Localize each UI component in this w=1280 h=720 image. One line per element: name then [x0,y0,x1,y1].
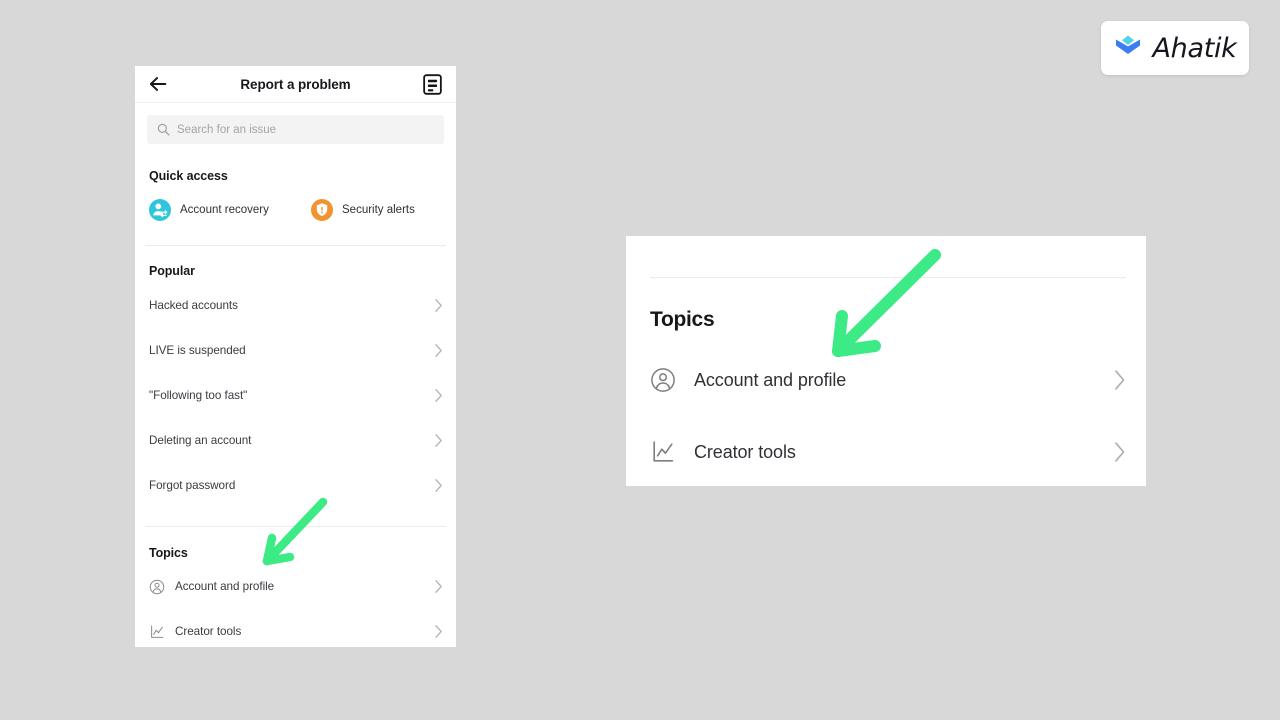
back-arrow-icon[interactable] [147,73,169,95]
list-item-forgot-password[interactable]: Forgot password [135,463,456,508]
search-field-wrapper[interactable] [147,115,444,144]
quick-access-label: Account recovery [180,204,269,216]
page-title: Report a problem [240,76,351,92]
popular-heading: Popular [149,264,195,278]
list-item-account-and-profile[interactable]: Account and profile [135,564,456,609]
search-icon [157,123,170,136]
account-circle-icon [149,579,165,594]
ahatik-wordmark: Ahatik [1152,32,1237,64]
topics-callout-panel: Topics Account and profile Creator tools [626,236,1146,486]
chevron-right-icon [435,344,442,357]
search-input[interactable] [177,123,434,136]
list-item-label: Hacked accounts [149,299,238,312]
chevron-right-icon [435,479,442,492]
list-item-label: LIVE is suspended [149,344,246,357]
quick-access-row: Account recovery Security alerts [135,199,456,221]
ahatik-watermark-badge: Ahatik [1101,21,1249,75]
screen-header: Report a problem [135,66,456,103]
chevron-right-icon [435,625,442,638]
list-item-following-too-fast[interactable]: "Following too fast" [135,373,456,418]
callout-item-label: Account and profile [694,369,847,390]
chevron-right-icon [1115,442,1125,462]
list-item-label: Creator tools [175,625,242,638]
list-item-deleting-an-account[interactable]: Deleting an account [135,418,456,463]
topics-heading: Topics [149,546,188,560]
report-a-problem-screen: Report a problem Quick access [135,66,456,647]
quick-access-heading: Quick access [149,169,228,183]
quick-access-item-account-recovery[interactable]: Account recovery [149,199,311,221]
list-item-hacked-accounts[interactable]: Hacked accounts [135,283,456,328]
line-chart-icon [653,441,674,462]
list-item-label: Account and profile [175,580,275,593]
chevron-right-icon [1115,370,1125,390]
callout-item-creator-tools[interactable]: Creator tools [650,426,1126,478]
list-item-label: Forgot password [149,479,236,492]
chevron-right-icon [435,299,442,312]
list-item-label: "Following too fast" [149,389,248,402]
callout-topics-heading: Topics [650,308,715,331]
chevron-right-icon [435,434,442,447]
quick-access-label: Security alerts [342,204,415,216]
chevron-diamond-logo-icon [1116,35,1141,54]
chevron-right-icon [435,580,442,593]
account-recovery-icon [149,199,171,221]
topics-list: Account and profile Creator tools [135,564,456,647]
list-item-live-is-suspended[interactable]: LIVE is suspended [135,328,456,373]
document-list-icon[interactable] [423,73,442,95]
shield-alert-icon [311,199,333,221]
callout-item-account-and-profile[interactable]: Account and profile [650,354,1126,406]
line-chart-icon [151,624,164,638]
section-divider [145,245,446,246]
popular-list: Hacked accounts LIVE is suspended "Follo… [135,283,456,508]
account-circle-icon [651,368,675,392]
section-divider [145,526,446,527]
section-divider [650,277,1126,278]
list-item-creator-tools[interactable]: Creator tools [135,609,456,647]
list-item-label: Deleting an account [149,434,252,447]
chevron-right-icon [435,389,442,402]
callout-item-label: Creator tools [694,441,796,462]
quick-access-item-security-alerts[interactable]: Security alerts [311,199,415,221]
